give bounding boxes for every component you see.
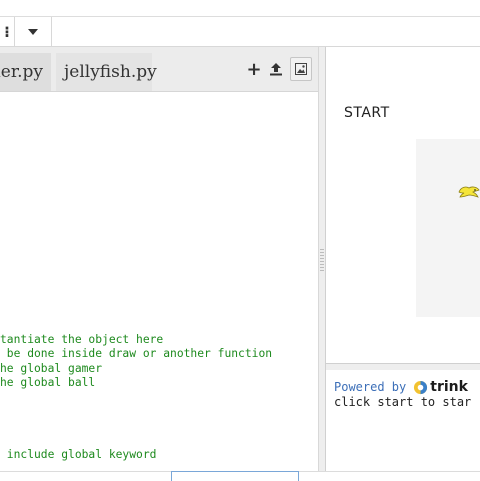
powered-by-line: Powered by trink: [334, 379, 468, 395]
upload-icon: [270, 63, 282, 76]
code-line: he global gamer: [0, 362, 103, 375]
chevron-down-icon[interactable]: [15, 17, 52, 46]
code-line: he global ball: [0, 376, 96, 389]
powered-by-text: Powered by: [334, 380, 407, 394]
jellyfish-sprite-icon: [458, 186, 480, 198]
code-line: include global keyword: [0, 448, 157, 461]
trinket-logo-icon: [414, 380, 428, 394]
console-message: click start to star: [334, 395, 472, 409]
game-canvas[interactable]: [416, 139, 480, 317]
plus-icon: +: [246, 58, 262, 80]
output-panel: START: [326, 47, 480, 363]
splitter-grip-icon: [320, 249, 324, 271]
panel-splitter[interactable]: [319, 47, 326, 471]
add-file-button[interactable]: +: [243, 57, 265, 81]
tab-actions: +: [243, 57, 312, 81]
code-area[interactable]: tantiate the object here be done inside …: [0, 92, 318, 462]
image-library-button[interactable]: [290, 57, 312, 81]
code-editor-panel: mer.py jellyfish.py +: [0, 47, 319, 471]
file-tabs: mer.py jellyfish.py +: [0, 47, 318, 92]
image-icon: [295, 63, 307, 75]
toolbar: ⁝: [0, 17, 480, 47]
menu-dots-icon[interactable]: ⁝: [0, 17, 15, 46]
tab-gamer-file[interactable]: mer.py: [0, 53, 51, 91]
console-panel: Powered by trink click start to star: [326, 370, 480, 471]
code-line: tantiate the object here: [0, 333, 164, 346]
trinket-brand[interactable]: trink: [430, 379, 468, 395]
upload-button[interactable]: [265, 57, 287, 81]
tab-label: mer.py: [0, 62, 43, 82]
top-bar: [0, 0, 480, 17]
start-label[interactable]: START: [344, 105, 390, 121]
tab-jellyfish-file[interactable]: jellyfish.py: [56, 53, 157, 91]
code-line: be done inside draw or another function: [0, 347, 273, 360]
tab-label: jellyfish.py: [64, 62, 157, 82]
